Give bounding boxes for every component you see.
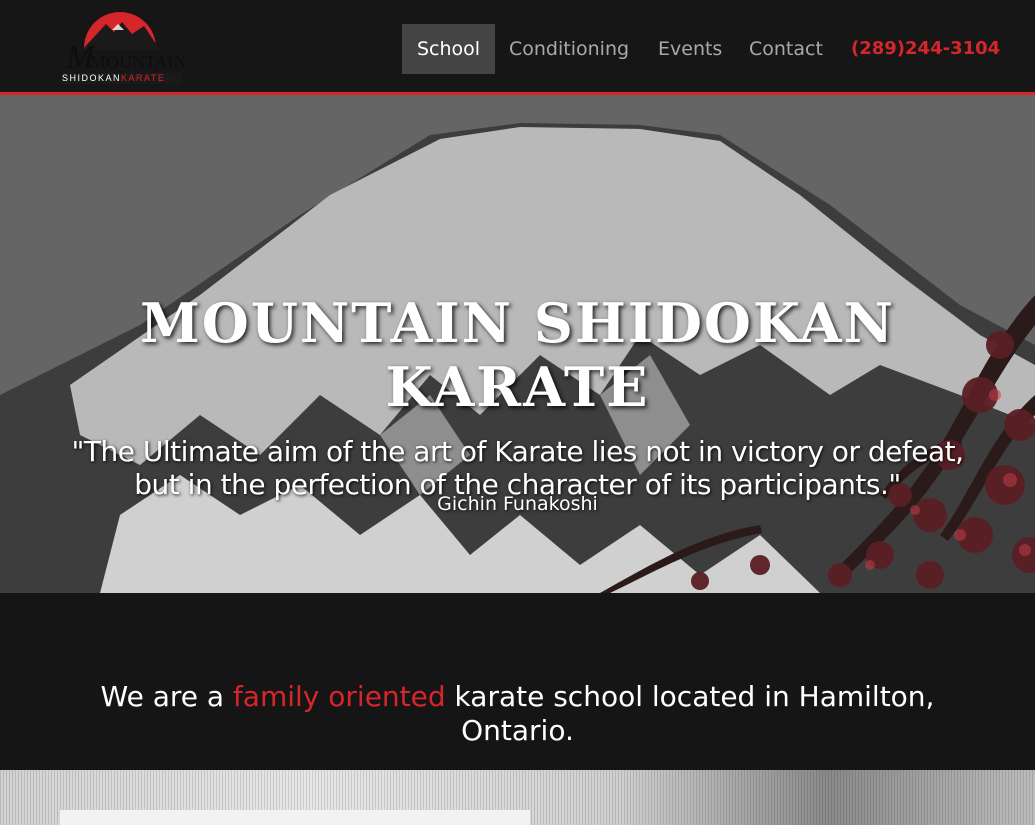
- content-card: [60, 810, 530, 825]
- hero-quote: "The Ultimate aim of the art of Karate l…: [60, 435, 975, 501]
- hero-title-line2: KARATE: [385, 355, 650, 420]
- site-logo[interactable]: M MOUNTAIN SHIDOKANKARATE: [60, 6, 184, 86]
- nav-item-events[interactable]: Events: [658, 24, 722, 74]
- hero-quote-line1: "The Ultimate aim of the art of Karate l…: [71, 435, 964, 468]
- nav-item-conditioning[interactable]: Conditioning: [509, 24, 629, 74]
- site-header: M MOUNTAIN SHIDOKANKARATE School Conditi…: [0, 0, 1035, 92]
- logo-sub-right: KARATE: [121, 73, 166, 83]
- logo-wordmark: MOUNTAIN: [90, 52, 184, 72]
- intro-text-before: We are a: [100, 680, 233, 713]
- hero-banner: MOUNTAIN SHIDOKAN KARATE "The Ultimate a…: [0, 95, 1035, 593]
- nav-item-contact[interactable]: Contact: [749, 24, 823, 74]
- hero-title-line1: MOUNTAIN SHIDOKAN: [140, 291, 895, 356]
- intro-text: We are a family oriented karate school l…: [95, 680, 940, 748]
- hero-title: MOUNTAIN SHIDOKAN KARATE: [0, 291, 1035, 419]
- intro-section: We are a family oriented karate school l…: [0, 593, 1035, 770]
- logo-sub-left: SHIDOKAN: [62, 73, 122, 83]
- intro-text-accent: family oriented: [232, 680, 446, 713]
- hero-quote-author: Gichin Funakoshi: [437, 493, 598, 515]
- nav-item-school[interactable]: School: [402, 24, 496, 74]
- next-section-photo: [0, 770, 1035, 825]
- nav-phone-link[interactable]: (289)244-3104: [851, 24, 1000, 74]
- intro-text-after: karate school located in Hamilton, Ontar…: [445, 680, 935, 747]
- logo-subtitle: SHIDOKANKARATE: [62, 73, 182, 84]
